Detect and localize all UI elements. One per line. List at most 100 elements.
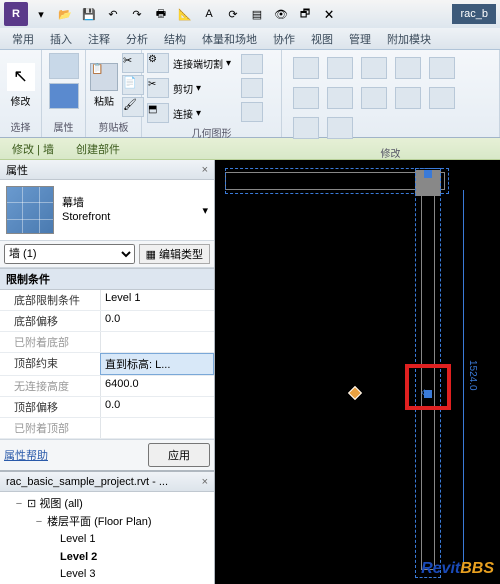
properties-help-link[interactable]: 属性帮助: [4, 447, 48, 463]
mirror-icon[interactable]: [395, 57, 421, 79]
sync-icon[interactable]: ⟳: [222, 3, 244, 25]
trim-icon[interactable]: [293, 87, 319, 109]
tab-massing[interactable]: 体量和场地: [194, 29, 265, 49]
sheet-icon[interactable]: ▤: [246, 3, 268, 25]
measure-icon[interactable]: 📐: [174, 3, 196, 25]
delete-icon[interactable]: [293, 117, 319, 139]
tab-manage[interactable]: 管理: [341, 29, 379, 49]
dropdown-icon[interactable]: ▾: [30, 3, 52, 25]
array-icon[interactable]: [361, 87, 387, 109]
flip-arrow-icon[interactable]: ⇦: [421, 384, 433, 401]
geom-icon-2[interactable]: [241, 78, 263, 98]
modify-button[interactable]: ↖修改: [4, 57, 37, 113]
prop-name: 顶部偏移: [0, 397, 100, 417]
save-icon[interactable]: 💾: [78, 3, 100, 25]
scale-icon[interactable]: [395, 87, 421, 109]
instance-filter[interactable]: 墙 (1): [4, 244, 135, 264]
close-icon[interactable]: ×: [202, 164, 208, 176]
tree-view[interactable]: Level 1: [2, 531, 212, 549]
prop-value[interactable]: 6400.0: [100, 376, 214, 396]
quick-access-toolbar: R ▾ 📂 💾 ↶ ↷ 🖶 📐 A ⟳ ▤ 👁 🗗 🗙 rac_b: [0, 0, 500, 28]
type-properties-button[interactable]: [49, 83, 79, 109]
undo-icon[interactable]: ↶: [102, 3, 124, 25]
edit-type-button[interactable]: ▦ 编辑类型: [139, 244, 210, 264]
panel-label-clipboard: 剪贴板: [90, 118, 137, 135]
prop-value[interactable]: [100, 418, 214, 438]
prop-value[interactable]: 0.0: [100, 397, 214, 417]
open-icon[interactable]: 📂: [54, 3, 76, 25]
switch-window-icon[interactable]: 🗗: [294, 3, 316, 25]
cut-icon[interactable]: ✂: [122, 53, 144, 73]
project-tab[interactable]: rac_b: [452, 4, 496, 24]
corner-icon[interactable]: [327, 117, 353, 139]
type-selector[interactable]: 幕墙 Storefront ▾: [0, 180, 214, 241]
geom-icon-1[interactable]: [241, 54, 263, 74]
prop-value[interactable]: 直到标高: L...: [100, 353, 214, 375]
project-browser: rac_basic_sample_project.rvt - ... × − ⊡…: [0, 470, 214, 584]
cope-button[interactable]: ⚙连接端切割 ▾: [146, 52, 231, 74]
panel-label-geom: 几何图形: [146, 124, 277, 141]
paste-button[interactable]: 📋粘贴: [90, 57, 118, 113]
context-modify-wall[interactable]: 修改 | 墙: [6, 139, 60, 159]
view-icon[interactable]: 👁: [270, 3, 292, 25]
properties-button[interactable]: [49, 53, 79, 79]
tab-analyze[interactable]: 分析: [118, 29, 156, 49]
watermark: RevitBBS: [421, 560, 494, 578]
tab-view[interactable]: 视图: [303, 29, 341, 49]
tab-home[interactable]: 常用: [4, 29, 42, 49]
properties-title: 属性: [6, 162, 28, 178]
panel-label-props: 属性: [46, 118, 81, 135]
context-create-assembly[interactable]: 创建部件: [70, 139, 126, 159]
app-logo[interactable]: R: [4, 2, 28, 26]
close-icon[interactable]: ×: [202, 476, 208, 488]
prop-name: 底部偏移: [0, 311, 100, 331]
tab-structure[interactable]: 结构: [156, 29, 194, 49]
close-hidden-icon[interactable]: 🗙: [318, 3, 340, 25]
properties-panel: 属性 × 幕墙 Storefront ▾ 墙 (1) ▦ 编辑类型 限制条件: [0, 160, 214, 470]
move-icon[interactable]: [327, 57, 353, 79]
drag-grip[interactable]: [424, 170, 432, 178]
tab-annotate[interactable]: 注释: [80, 29, 118, 49]
prop-value[interactable]: Level 1: [100, 290, 214, 310]
prop-value[interactable]: 0.0: [100, 311, 214, 331]
offset-icon[interactable]: [361, 57, 387, 79]
tab-insert[interactable]: 插入: [42, 29, 80, 49]
redo-icon[interactable]: ↷: [126, 3, 148, 25]
print-icon[interactable]: 🖶: [150, 3, 172, 25]
drawing-canvas[interactable]: ⇦ 1524.0: [215, 160, 500, 584]
match-icon[interactable]: 🖌: [122, 97, 144, 117]
tab-collaborate[interactable]: 协作: [265, 29, 303, 49]
prop-name: 已附着顶部: [0, 418, 100, 438]
tab-addins[interactable]: 附加模块: [379, 29, 439, 49]
browser-title: rac_basic_sample_project.rvt - ...: [6, 476, 168, 488]
ribbon: ↖修改 选择 属性 📋粘贴 ✂ 📄 🖌 剪贴板 ⚙连接端切割 ▾ ✂剪切 ▾ ⬒…: [0, 50, 500, 138]
tree-root[interactable]: − ⊡ 视图 (all): [2, 496, 212, 514]
edit-type-icon: ▦: [146, 248, 156, 261]
prop-name: 顶部约束: [0, 353, 100, 375]
ribbon-tabs: 常用 插入 注释 分析 结构 体量和场地 协作 视图 管理 附加模块: [0, 28, 500, 50]
group-constraints[interactable]: 限制条件: [0, 268, 214, 290]
pin-icon[interactable]: [429, 87, 455, 109]
prop-name: 无连接高度: [0, 376, 100, 396]
align-icon[interactable]: [293, 57, 319, 79]
type-thumbnail: [6, 186, 54, 234]
copy-icon[interactable]: 📄: [122, 75, 144, 95]
split-icon[interactable]: [327, 87, 353, 109]
rotate-icon[interactable]: [429, 57, 455, 79]
tree-view-active[interactable]: Level 2: [2, 549, 212, 567]
tree-view[interactable]: Level 3: [2, 566, 212, 584]
prop-value[interactable]: [100, 332, 214, 352]
geom-icon-3[interactable]: [241, 102, 263, 122]
apply-button[interactable]: 应用: [148, 443, 210, 467]
panel-label-select: 选择: [4, 118, 37, 135]
join-button[interactable]: ⬒连接 ▾: [146, 102, 231, 124]
cut-geom-button[interactable]: ✂剪切 ▾: [146, 77, 231, 99]
dimension-value[interactable]: 1524.0: [467, 360, 478, 391]
family-name: 幕墙: [62, 196, 194, 210]
chevron-down-icon[interactable]: ▾: [202, 204, 208, 217]
flip-control[interactable]: [348, 386, 362, 400]
prop-name: 底部限制条件: [0, 290, 100, 310]
tree-category[interactable]: − 楼层平面 (Floor Plan): [2, 514, 212, 532]
text-icon[interactable]: A: [198, 3, 220, 25]
prop-name: 已附着底部: [0, 332, 100, 352]
